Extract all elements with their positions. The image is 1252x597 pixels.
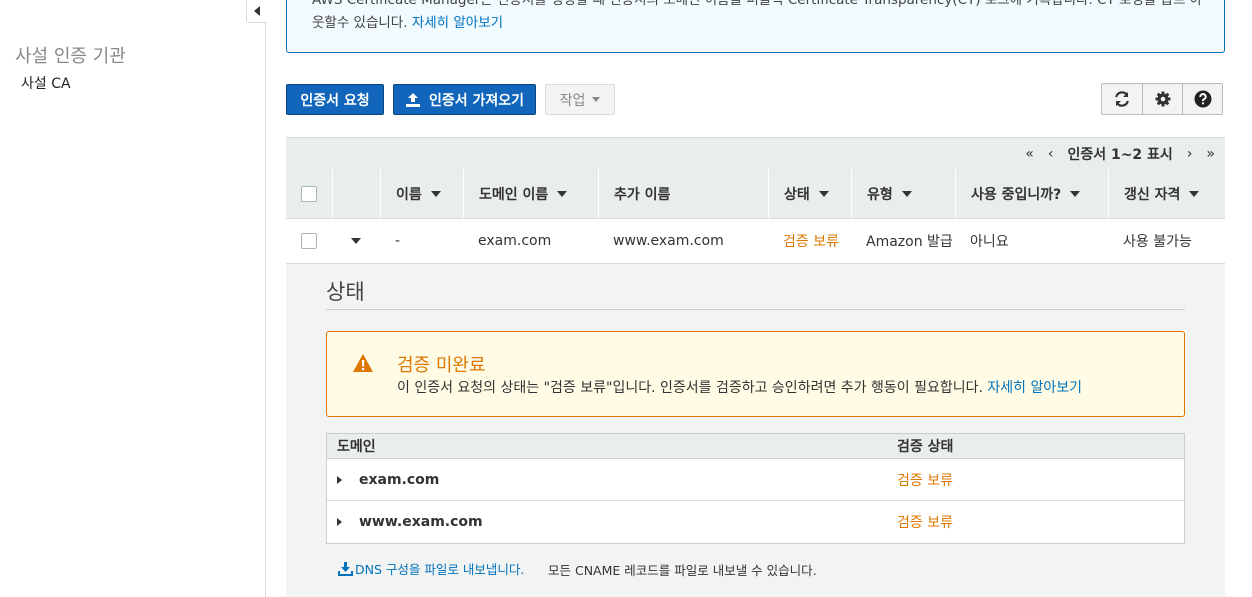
sidebar-item-private-ca[interactable]: 사설 CA [21, 73, 71, 93]
refresh-button[interactable] [1102, 84, 1142, 114]
column-domain-label: 도메인 이름 [479, 186, 549, 203]
warning-text: 이 인증서 요청의 상태는 "검증 보류"입니다. 인증서를 검증하고 승인하려… [397, 380, 983, 396]
warning-title: 검증 미완료 [397, 355, 486, 376]
sidebar-collapse-button[interactable] [246, 0, 267, 23]
select-all-checkbox[interactable] [301, 185, 317, 202]
first-page-icon[interactable]: « [1025, 146, 1034, 162]
sidebar: 사설 인증 기관 사설 CA [0, 0, 267, 597]
column-additional-names: 추가 이름 [598, 169, 768, 218]
column-name-label: 이름 [396, 186, 422, 203]
domain-cell[interactable]: exam.com [327, 472, 897, 488]
domain-row[interactable]: exam.com 검증 보류 [327, 459, 1184, 501]
domain-row[interactable]: www.exam.com 검증 보류 [327, 501, 1184, 543]
prev-page-icon[interactable]: ‹ [1048, 146, 1054, 162]
banner-learn-more-link[interactable]: 자세히 알아보기 [412, 15, 503, 31]
sort-caret-icon [1070, 190, 1081, 197]
domain-cell[interactable]: www.exam.com [327, 514, 897, 530]
cell-renewal: 사용 불가능 [1123, 234, 1192, 250]
import-certificate-label: 인증서 가져오기 [428, 92, 525, 109]
export-dns-link[interactable]: DNS 구성을 파일로 내보냅니다. [338, 559, 524, 578]
row-expand-cell [332, 238, 380, 244]
expand-header-cell [332, 169, 380, 218]
chevron-left-icon [254, 6, 260, 16]
sort-caret-icon [557, 190, 568, 197]
warning-learn-more-link[interactable]: 자세히 알아보기 [987, 380, 1082, 396]
column-domain[interactable]: 도메인 이름 [463, 169, 598, 218]
upload-icon [405, 92, 420, 107]
export-dns-label: DNS 구성을 파일로 내보냅니다. [355, 562, 525, 577]
help-icon [1194, 90, 1211, 108]
domain-status: 검증 보류 [897, 515, 953, 531]
certificate-details-panel: 상태 검증 미완료 이 인증서 요청의 상태는 "검증 보류"입니다. 인증서를… [286, 264, 1225, 597]
sidebar-heading: 사설 인증 기관 [15, 46, 126, 67]
info-banner: AWS Certificate Manager는 인증서를 생성할 때 인증서의… [286, 0, 1225, 53]
request-certificate-label: 인증서 요청 [300, 92, 370, 109]
domain-name: www.exam.com [359, 514, 483, 530]
expand-right-icon [337, 518, 342, 526]
warning-icon [353, 354, 373, 372]
sort-caret-icon [901, 190, 912, 197]
domain-table-header: 도메인 검증 상태 [327, 434, 1184, 459]
pagination: « ‹ 인증서 1~2 표시 › » [286, 137, 1225, 169]
column-type[interactable]: 유형 [851, 169, 955, 218]
refresh-icon [1115, 91, 1129, 107]
domain-validation-table: 도메인 검증 상태 exam.com 검증 보류 www.exam.com 검증… [326, 433, 1185, 544]
request-certificate-button[interactable]: 인증서 요청 [286, 84, 384, 115]
column-status[interactable]: 상태 [768, 169, 851, 218]
cell-name: - [395, 233, 401, 249]
row-checkbox[interactable] [301, 233, 317, 249]
domain-header: 도메인 [337, 439, 376, 455]
column-name[interactable]: 이름 [380, 169, 463, 218]
download-icon [338, 561, 353, 576]
domain-name: exam.com [359, 471, 440, 488]
sort-caret-icon [430, 190, 441, 197]
row-select-cell [286, 233, 332, 249]
domain-status: 검증 보류 [897, 472, 953, 489]
divider [326, 309, 1185, 310]
import-certificate-button[interactable]: 인증서 가져오기 [393, 84, 536, 115]
validation-warning: 검증 미완료 이 인증서 요청의 상태는 "검증 보류"입니다. 인증서를 검증… [326, 331, 1185, 417]
expand-row-icon[interactable] [351, 238, 361, 244]
help-button[interactable] [1182, 84, 1222, 114]
banner-text-line1: AWS Certificate Manager는 인증서를 생성할 때 인증서의… [312, 0, 1203, 8]
banner-text-line2: 웃할수 있습니다. [312, 15, 408, 31]
validation-status-header: 검증 상태 [897, 439, 954, 455]
details-title: 상태 [326, 280, 365, 304]
table-tools [1101, 83, 1223, 115]
cell-domain: exam.com [478, 233, 552, 249]
gear-icon [1155, 91, 1170, 107]
last-page-icon[interactable]: » [1206, 146, 1215, 162]
pager-text: 인증서 1~2 표시 [1067, 146, 1173, 163]
caret-down-icon [592, 97, 601, 102]
table-row[interactable]: - exam.com www.exam.com 검증 보류 Amazon 발급 … [286, 219, 1225, 264]
actions-label: 작업 [559, 92, 586, 109]
cell-additional: www.exam.com [613, 233, 724, 249]
expand-right-icon [337, 475, 342, 484]
next-page-icon[interactable]: › [1187, 146, 1193, 162]
column-in-use-label: 사용 중입니까? [971, 186, 1062, 203]
cell-in-use: 아니요 [970, 234, 1009, 250]
column-additional-label: 추가 이름 [614, 186, 671, 203]
column-status-label: 상태 [784, 186, 810, 203]
settings-button[interactable] [1142, 84, 1182, 114]
warning-text-container: 이 인증서 요청의 상태는 "검증 보류"입니다. 인증서를 검증하고 승인하려… [397, 377, 1082, 397]
cell-status: 검증 보류 [783, 234, 839, 250]
column-renewal-label: 갱신 자격 [1124, 186, 1181, 203]
table-header: 이름 도메인 이름 추가 이름 상태 유형 사용 중입니까? 갱신 자격 [286, 169, 1225, 219]
sort-caret-icon [818, 190, 829, 197]
select-all-cell [286, 169, 332, 218]
column-type-label: 유형 [867, 186, 893, 203]
sort-caret-icon [1189, 190, 1200, 197]
certificates-table: « ‹ 인증서 1~2 표시 › » 이름 도메인 이름 추가 이름 상태 유형… [286, 137, 1225, 264]
column-in-use[interactable]: 사용 중입니까? [955, 169, 1108, 218]
cell-type: Amazon 발급 [866, 234, 953, 250]
actions-dropdown[interactable]: 작업 [545, 84, 615, 115]
column-renewal[interactable]: 갱신 자격 [1108, 169, 1225, 218]
export-note: 모든 CNAME 레코드를 파일로 내보낼 수 있습니다. [548, 563, 817, 578]
